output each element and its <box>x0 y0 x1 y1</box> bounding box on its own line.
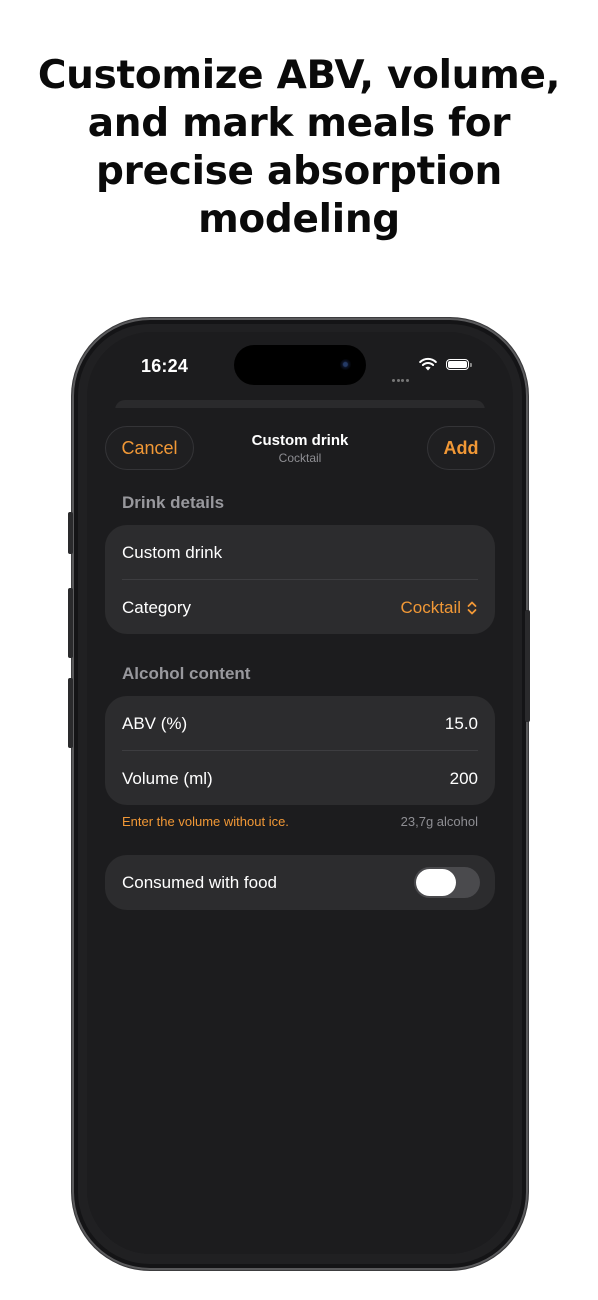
sheet-title: Custom drink <box>251 432 349 449</box>
volume-input[interactable]: 200 <box>450 769 478 789</box>
signal-dots-icon <box>392 369 410 382</box>
category-label: Category <box>122 597 191 617</box>
volume-row[interactable]: Volume (ml) 200 <box>122 751 478 806</box>
category-picker[interactable]: Cocktail <box>401 598 478 618</box>
headline-line-4: modeling <box>198 197 400 242</box>
drink-name-field[interactable]: Custom drink <box>122 525 478 580</box>
abv-row[interactable]: ABV (%) 15.0 <box>122 696 478 751</box>
camera-icon <box>340 359 352 371</box>
toggle-knob <box>416 869 456 896</box>
volume-label: Volume (ml) <box>122 768 213 788</box>
volume-hint: Enter the volume without ice. <box>122 814 289 829</box>
add-button[interactable]: Add <box>427 426 495 470</box>
alcohol-content-header: Alcohol content <box>122 664 251 683</box>
headline-line-1: Customize ABV, volume, <box>37 53 561 98</box>
headline: Customize ABV, volume, and mark meals fo… <box>0 52 598 244</box>
alcohol-grams: 23,7g alcohol <box>400 814 478 829</box>
drink-details-card: Custom drink Category Cocktail <box>105 525 495 634</box>
headline-line-3: precise absorption <box>96 149 502 194</box>
food-card: Consumed with food <box>105 855 495 910</box>
chevron-up-down-icon <box>467 601 477 614</box>
alcohol-content-card: ABV (%) 15.0 Volume (ml) 200 <box>105 696 495 805</box>
dynamic-island <box>234 345 366 385</box>
alcohol-footer: Enter the volume without ice. 23,7g alco… <box>122 814 478 829</box>
food-label: Consumed with food <box>122 872 277 892</box>
abv-label: ABV (%) <box>122 713 188 733</box>
food-toggle[interactable] <box>414 867 480 898</box>
volume-up-button <box>68 588 73 658</box>
food-row: Consumed with food <box>122 855 395 910</box>
sheet-subtitle: Cocktail <box>278 451 322 465</box>
power-button <box>525 610 530 722</box>
phone-screen: 16:24 Cancel Custom drink Cocktail Add D… <box>87 332 513 1254</box>
abv-input[interactable]: 15.0 <box>445 714 478 734</box>
drink-details-header: Drink details <box>122 493 225 512</box>
volume-down-button <box>68 678 73 748</box>
category-row[interactable]: Category Cocktail <box>122 580 478 635</box>
cancel-button[interactable]: Cancel <box>105 426 194 470</box>
status-time: 16:24 <box>141 356 189 376</box>
battery-icon <box>446 359 472 370</box>
drink-name-value: Custom drink <box>122 542 223 562</box>
headline-line-2: and mark meals for <box>87 101 511 146</box>
wifi-icon <box>419 357 437 371</box>
category-value: Cocktail <box>400 597 461 617</box>
action-button <box>68 512 73 554</box>
